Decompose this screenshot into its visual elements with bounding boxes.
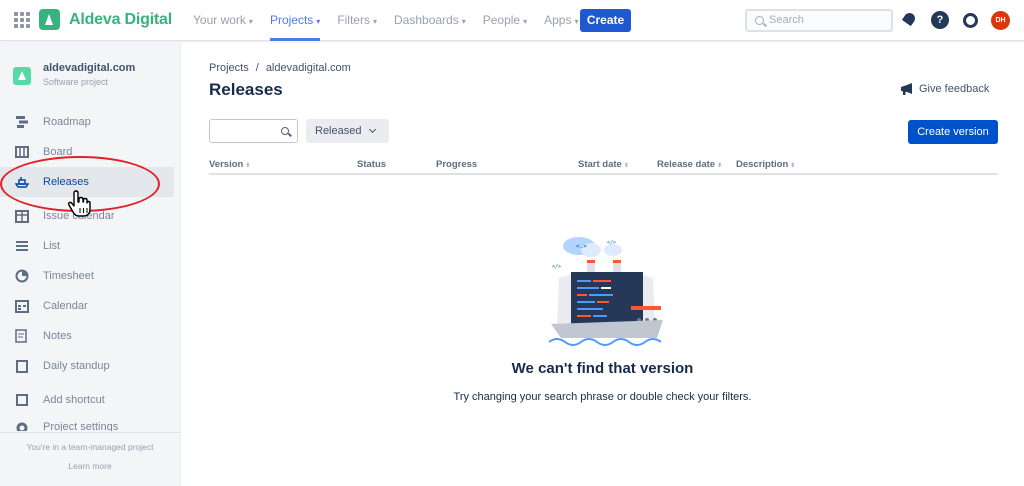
- breadcrumb-projects[interactable]: Projects: [209, 62, 249, 74]
- chevron-down-icon: ▾: [316, 17, 321, 26]
- calendar-icon: [15, 300, 29, 313]
- sidebar-item-daily-standup[interactable]: Daily standup: [0, 351, 174, 381]
- create-button[interactable]: Create: [580, 9, 631, 32]
- sidebar-footer: You're in a team-managed project Learn m…: [0, 432, 180, 471]
- sidebar-item-label: Board: [43, 146, 73, 158]
- sidebar-item-label: Calendar: [43, 300, 88, 312]
- chevron-down-icon: ▾: [248, 17, 253, 26]
- column-status: Status: [357, 159, 387, 170]
- calendar-grid-icon: [15, 210, 29, 223]
- svg-text:<.>: <.>: [576, 243, 587, 250]
- search-icon: [755, 16, 764, 25]
- brand-logo[interactable]: Aldeva Digital: [39, 9, 172, 30]
- top-navigation: Aldeva Digital Your work ▾ Projects ▾ Filt…: [0, 0, 1024, 41]
- empty-state-title: We can't find that version: [511, 360, 694, 377]
- help-icon[interactable]: ?: [931, 11, 949, 29]
- sidebar-item-board[interactable]: Board: [0, 137, 174, 167]
- page-title: Releases: [209, 80, 283, 99]
- app-switcher-icon[interactable]: [14, 12, 30, 28]
- nav-dashboards[interactable]: Dashboards ▾: [394, 0, 466, 41]
- sidebar-item-label: Notes: [43, 330, 72, 342]
- give-feedback-button[interactable]: Give feedback: [899, 82, 989, 96]
- sidebar-item-notes[interactable]: Notes: [0, 321, 174, 351]
- project-type: Software project: [43, 77, 109, 87]
- sidebar-item-roadmap[interactable]: Roadmap: [0, 107, 174, 137]
- breadcrumb-project[interactable]: aldevadigital.com: [266, 62, 351, 74]
- give-feedback-label: Give feedback: [919, 83, 990, 95]
- chevron-down-icon: ▾: [574, 17, 579, 26]
- sort-icon: ⬍: [245, 163, 251, 169]
- board-icon: [15, 146, 29, 158]
- sidebar-item-label: Timesheet: [43, 270, 94, 282]
- sort-icon: ⬍: [790, 163, 796, 169]
- sidebar-item-timesheet[interactable]: Timesheet: [0, 261, 174, 291]
- search-icon: [281, 127, 289, 135]
- empty-state-description: Try changing your search phrase or doubl…: [453, 391, 752, 403]
- column-description[interactable]: Description ⬍: [736, 159, 795, 170]
- nav-apps[interactable]: Apps ▾: [544, 0, 578, 41]
- hand-pointer-cursor-icon: [67, 190, 91, 217]
- roadmap-icon: [16, 116, 28, 128]
- empty-state-ship-illustration: <.> </> </>: [549, 237, 663, 346]
- sidebar-item-label: Releases: [43, 176, 89, 188]
- nav-filters[interactable]: Filters ▾: [337, 0, 377, 41]
- pie-icon: [15, 269, 29, 283]
- project-sidebar: aldevadigital.com Software project Roadm…: [0, 42, 181, 486]
- global-search-input[interactable]: Search: [745, 9, 893, 32]
- add-shortcut-icon: [16, 394, 28, 406]
- sort-icon: ⬍: [717, 163, 723, 169]
- nav-people[interactable]: People ▾: [483, 0, 527, 41]
- project-header[interactable]: aldevadigital.com Software project: [13, 62, 135, 87]
- releases-table-header: Version ⬍ Status Progress Start date ⬍ Rel…: [209, 155, 998, 175]
- primary-nav: Your work ▾ Projects ▾ Filters ▾ Dashboards…: [193, 0, 596, 41]
- sort-icon: ⬍: [623, 163, 629, 169]
- notifications-icon[interactable]: [901, 11, 919, 29]
- chevron-down-icon: ▾: [372, 17, 377, 26]
- svg-text:</>: </>: [552, 264, 561, 270]
- version-search-input[interactable]: [209, 119, 298, 143]
- chevron-down-icon: [368, 125, 377, 134]
- column-release-date[interactable]: Release date ⬍: [657, 159, 722, 170]
- status-filter-dropdown[interactable]: Released: [306, 119, 389, 143]
- chevron-down-icon: ▾: [523, 17, 528, 26]
- sidebar-item-label: Roadmap: [43, 116, 91, 128]
- megaphone-icon: [901, 83, 912, 95]
- column-start-date[interactable]: Start date ⬍: [578, 159, 629, 170]
- sidebar-item-list[interactable]: List: [0, 231, 174, 261]
- chevron-down-icon: ▾: [461, 17, 466, 26]
- list-icon: [16, 241, 28, 251]
- brand-logo-icon: [39, 9, 60, 30]
- project-avatar-icon: [13, 67, 31, 85]
- ship-icon: [15, 177, 29, 188]
- create-version-button[interactable]: Create version: [908, 120, 998, 144]
- settings-icon: [16, 422, 28, 431]
- clipboard-icon: [16, 360, 28, 373]
- user-avatar[interactable]: DH: [991, 11, 1010, 30]
- main-content: Projects / aldevadigital.com Releases Give…: [181, 42, 1024, 486]
- settings-icon[interactable]: [961, 11, 979, 29]
- column-version[interactable]: Version ⬍: [209, 159, 250, 170]
- sidebar-item-label: Daily standup: [43, 360, 110, 372]
- status-filter-value: Released: [315, 125, 362, 137]
- nav-your-work[interactable]: Your work ▾: [193, 0, 253, 41]
- sidebar-item-label: Add shortcut: [43, 394, 105, 406]
- team-managed-note: You're in a team-managed project: [26, 442, 154, 452]
- nav-projects[interactable]: Projects ▾: [269, 0, 321, 41]
- brand-name: Aldeva Digital: [69, 10, 173, 28]
- sidebar-item-calendar[interactable]: Calendar: [0, 291, 174, 321]
- sidebar-item-project-settings[interactable]: Project settings: [0, 417, 174, 431]
- svg-text:</>: </>: [607, 240, 616, 246]
- breadcrumb: Projects / aldevadigital.com: [209, 62, 351, 74]
- learn-more-link[interactable]: Learn more: [0, 461, 180, 471]
- sidebar-item-label: Project settings: [43, 421, 119, 431]
- notes-icon: [15, 329, 27, 343]
- project-name: aldevadigital.com: [43, 62, 136, 74]
- sidebar-item-add-shortcut[interactable]: Add shortcut: [0, 385, 174, 415]
- column-progress: Progress: [436, 159, 478, 170]
- search-placeholder: Search: [769, 14, 804, 26]
- sidebar-item-label: List: [43, 240, 61, 252]
